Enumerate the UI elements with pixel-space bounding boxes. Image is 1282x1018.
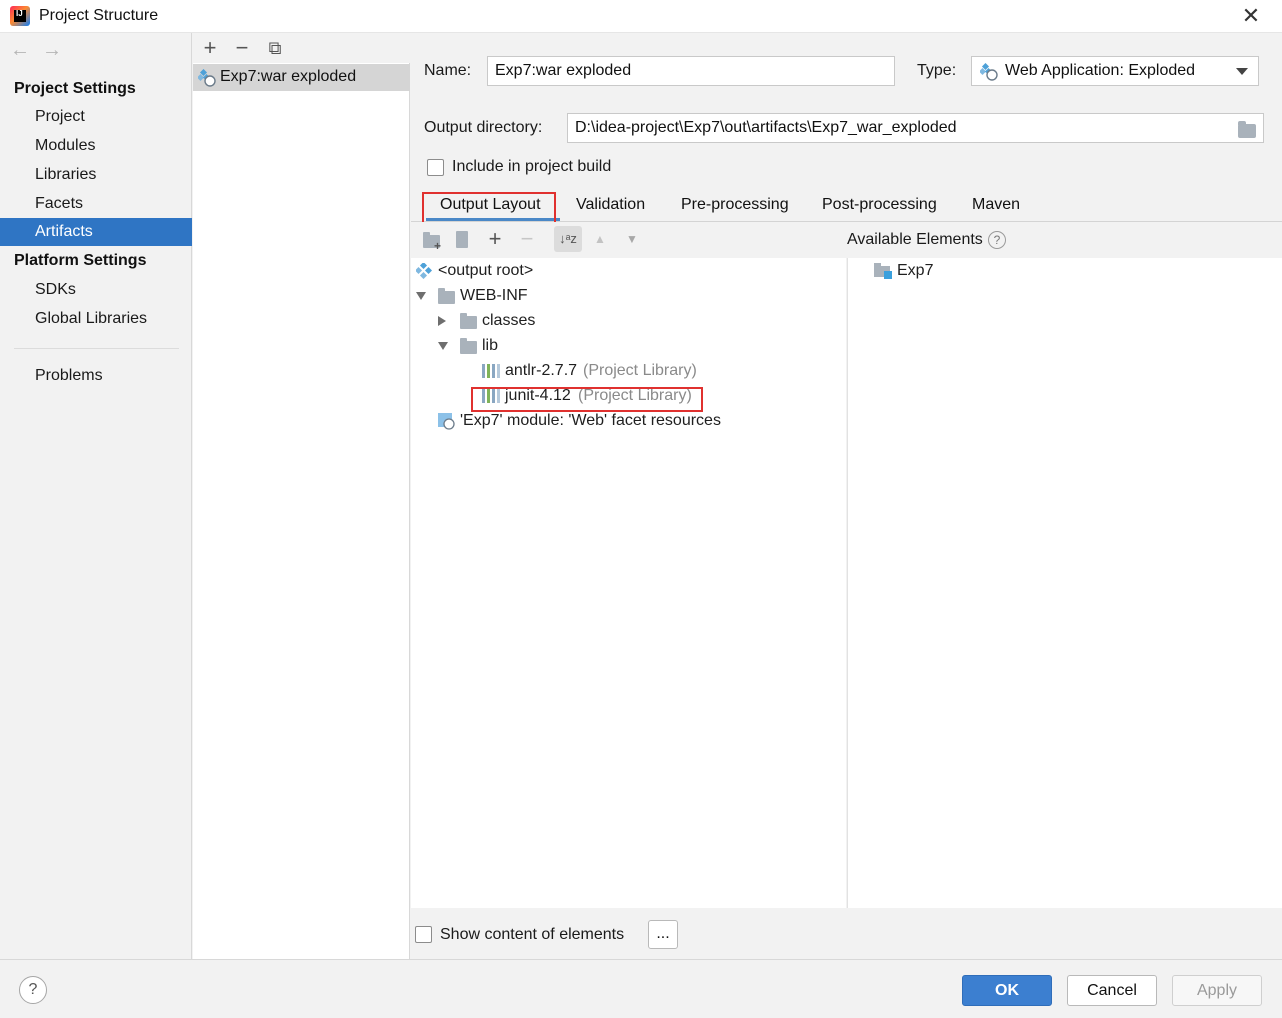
tree-node-web-inf[interactable]: WEB-INF xyxy=(415,283,835,308)
title-bar: IJ Project Structure ✕ xyxy=(0,0,1282,33)
output-layout-tree: <output root> WEB-INF classes lib antlr-… xyxy=(411,258,846,908)
folder-icon xyxy=(460,338,477,354)
forward-arrow-icon[interactable]: → xyxy=(42,39,62,62)
tree-node-label: classes xyxy=(482,312,536,329)
platform-settings-header: Platform Settings xyxy=(14,252,147,269)
add-artifact-icon[interactable]: + xyxy=(198,35,222,61)
tree-node-output-root[interactable]: <output root> xyxy=(415,258,835,283)
chevron-down-icon[interactable] xyxy=(416,292,426,300)
tree-node-lib[interactable]: lib xyxy=(437,333,837,358)
project-settings-header: Project Settings xyxy=(14,80,136,97)
web-artifact-icon xyxy=(198,69,216,87)
sidebar-divider xyxy=(14,348,179,349)
show-content-label: Show content of elements xyxy=(440,926,625,943)
cancel-button[interactable]: Cancel xyxy=(1067,975,1157,1006)
output-root-icon xyxy=(416,263,432,279)
artifacts-list-panel: + − ⧉ Exp7:war exploded xyxy=(193,33,410,959)
apply-button[interactable]: Apply xyxy=(1172,975,1262,1006)
tree-node-classes[interactable]: classes xyxy=(437,308,837,333)
move-up-icon[interactable]: ▲ xyxy=(594,232,606,246)
tree-node-facet-resources[interactable]: 'Exp7' module: 'Web' facet resources xyxy=(437,408,837,433)
chevron-right-icon[interactable] xyxy=(438,316,446,326)
artifact-name-field[interactable]: Exp7:war exploded xyxy=(487,56,895,86)
available-elements-header: Available Elements xyxy=(847,231,983,248)
archive-icon[interactable] xyxy=(456,231,468,248)
artifacts-toolbar: + − ⧉ xyxy=(193,33,410,63)
artifact-type-value: Web Application: Exploded xyxy=(1005,62,1196,79)
remove-element-icon[interactable]: − xyxy=(515,226,539,252)
artifact-detail-panel: Name: Exp7:war exploded Type: Web Applic… xyxy=(411,33,1282,959)
module-folder-icon xyxy=(874,263,892,279)
tab-maven[interactable]: Maven xyxy=(972,193,1020,223)
include-in-build-label: Include in project build xyxy=(452,158,612,175)
dialog-button-bar: ? OK Cancel Apply xyxy=(0,959,1282,1018)
library-name: antlr-2.7.7 xyxy=(505,362,578,379)
sidebar-item-sdks[interactable]: SDKs xyxy=(0,276,192,304)
name-label: Name: xyxy=(424,62,472,79)
tab-post-processing[interactable]: Post-processing xyxy=(822,193,937,223)
sort-elements-icon[interactable]: ↓ᵃz xyxy=(554,226,582,252)
available-elements-tree: Exp7 xyxy=(847,258,1282,908)
intellij-logo-icon: IJ xyxy=(10,6,30,26)
tab-pre-processing[interactable]: Pre-processing xyxy=(681,193,789,223)
library-icon xyxy=(482,364,500,378)
tree-node-library[interactable]: antlr-2.7.7 (Project Library) xyxy=(481,358,831,383)
show-content-options-button[interactable]: ... xyxy=(648,920,678,949)
artifact-list-item-label: Exp7:war exploded xyxy=(220,68,357,85)
settings-sidebar: ← → Project Settings Project Modules Lib… xyxy=(0,33,192,959)
chevron-down-icon[interactable] xyxy=(438,342,448,350)
add-element-icon[interactable]: + xyxy=(483,226,507,252)
web-facet-icon xyxy=(438,413,455,430)
web-artifact-icon xyxy=(980,63,998,81)
tree-node-label: lib xyxy=(482,337,499,354)
back-arrow-icon[interactable]: ← xyxy=(10,39,30,62)
ok-button[interactable]: OK xyxy=(962,975,1052,1006)
artifact-list-item[interactable]: Exp7:war exploded xyxy=(193,64,410,91)
tree-node-label: <output root> xyxy=(438,262,534,279)
sidebar-item-project[interactable]: Project xyxy=(0,103,192,131)
folder-icon xyxy=(460,313,477,329)
include-in-build-checkbox[interactable] xyxy=(427,159,444,176)
folder-icon xyxy=(438,288,455,304)
type-label: Type: xyxy=(917,62,957,79)
chevron-down-icon xyxy=(1236,68,1248,75)
tree-node-label: WEB-INF xyxy=(460,287,528,304)
sidebar-item-libraries[interactable]: Libraries xyxy=(0,161,192,189)
sidebar-item-modules[interactable]: Modules xyxy=(0,132,192,160)
help-button[interactable]: ? xyxy=(19,976,47,1004)
artifact-type-dropdown[interactable]: Web Application: Exploded xyxy=(971,56,1259,86)
remove-artifact-icon[interactable]: − xyxy=(230,35,254,61)
tab-validation[interactable]: Validation xyxy=(576,193,645,223)
sidebar-item-global-libraries[interactable]: Global Libraries xyxy=(0,305,192,333)
close-icon[interactable]: ✕ xyxy=(1238,3,1264,29)
help-circle-icon[interactable]: ? xyxy=(988,231,1006,249)
sidebar-item-artifacts[interactable]: Artifacts xyxy=(0,218,192,246)
output-directory-label: Output directory: xyxy=(424,119,543,136)
sidebar-item-facets[interactable]: Facets xyxy=(0,190,192,218)
available-item-module[interactable]: Exp7 xyxy=(874,258,1174,283)
tree-node-label: 'Exp7' module: 'Web' facet resources xyxy=(460,412,721,429)
sidebar-item-problems[interactable]: Problems xyxy=(0,362,192,390)
output-directory-field[interactable]: D:\idea-project\Exp7\out\artifacts\Exp7_… xyxy=(567,113,1264,143)
window-title: Project Structure xyxy=(39,7,159,24)
copy-artifact-icon[interactable]: ⧉ xyxy=(263,35,287,61)
show-content-checkbox[interactable] xyxy=(415,926,432,943)
output-layout-toolbar: + + − ↓ᵃz ▲ ▼ Available Elements ? xyxy=(411,222,1282,258)
available-item-label: Exp7 xyxy=(897,262,934,279)
library-type: (Project Library) xyxy=(583,362,697,379)
move-down-icon[interactable]: ▼ xyxy=(626,232,638,246)
browse-folder-icon[interactable] xyxy=(1238,121,1256,138)
